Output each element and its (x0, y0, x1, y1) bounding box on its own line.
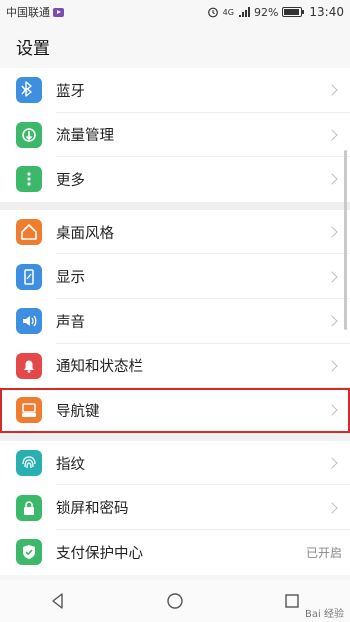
watermark: Bai 经验 (305, 609, 344, 620)
settings-item-label: 流量管理 (56, 128, 114, 145)
chevron-right-icon (326, 129, 338, 141)
page-title: 设置 (0, 24, 350, 68)
home-button[interactable] (155, 581, 195, 621)
chevron-right-icon (326, 271, 338, 283)
recent-square-icon (284, 594, 299, 608)
group-separator (0, 432, 350, 441)
battery-icon (282, 7, 305, 17)
settings-item-home-style[interactable]: 桌面风格 (0, 210, 350, 255)
chevron-right-icon (326, 173, 338, 186)
chevron-right-icon (326, 84, 338, 96)
fingerprint-icon (16, 450, 42, 477)
settings-item-bluetooth[interactable]: 蓝牙 (0, 68, 350, 113)
lock-icon (16, 494, 42, 521)
more-dots-icon (16, 166, 42, 193)
settings-item-label: 锁屏和密码 (56, 501, 129, 518)
settings-item-notifications[interactable]: 通知和状态栏 (0, 344, 350, 389)
screen-cast-icon (53, 7, 64, 17)
settings-item-label: 蓝牙 (56, 83, 85, 100)
chevron-right-icon (326, 226, 338, 238)
battery-percent: 92% (253, 5, 279, 19)
settings-item-display[interactable]: 显示 (0, 254, 350, 299)
carrier-text: 中国联通 (6, 6, 50, 19)
settings-item-label: 桌面风格 (56, 225, 114, 242)
settings-list[interactable]: 蓝牙流量管理更多桌面风格显示声音通知和状态栏 导航键指纹锁屏和密码支付保护中心 已开… (0, 68, 350, 578)
group-separator (0, 201, 350, 210)
settings-item-label: 通知和状态栏 (56, 359, 143, 376)
bell-icon (16, 352, 42, 379)
bluetooth-icon (16, 77, 42, 104)
chevron-right-icon (326, 315, 338, 327)
settings-item-navigation-key[interactable]: 导航键 (0, 388, 350, 433)
shield-check-icon (16, 539, 42, 566)
settings-item-label: 导航键 (56, 403, 100, 420)
settings-group: 桌面风格显示声音通知和状态栏 导航键 (0, 209, 350, 433)
chevron-right-icon (326, 404, 338, 417)
settings-item-label: 更多 (56, 172, 85, 189)
settings-item-lock-screen[interactable]: 锁屏和密码 (0, 485, 350, 530)
chevron-right-icon (326, 457, 338, 469)
back-icon (52, 593, 64, 609)
speaker-icon (16, 308, 42, 335)
settings-item-sound[interactable]: 声音 (0, 299, 350, 344)
back-button[interactable] (38, 581, 78, 621)
settings-item-label: 声音 (56, 314, 85, 331)
clock: 13:40 (309, 5, 344, 19)
chevron-right-icon (326, 360, 338, 372)
alarm-icon (207, 7, 218, 18)
display-icon (16, 263, 42, 290)
settings-item-label: 支付保护中心 (56, 545, 143, 562)
settings-item-label: 显示 (56, 270, 85, 287)
home-circle-icon (167, 593, 183, 609)
chevron-right-icon (326, 501, 338, 514)
network-type: 4G (222, 7, 234, 17)
scrollbar[interactable] (344, 150, 347, 330)
status-bar: 中国联通 4G 92% 13:40 (0, 0, 350, 24)
settings-item-payment-protection[interactable]: 支付保护中心 已开启 (0, 530, 350, 575)
home-icon (16, 219, 42, 246)
settings-item-label: 指纹 (56, 456, 85, 473)
settings-item-data-usage[interactable]: 流量管理 (0, 113, 350, 158)
nav-key-icon (16, 397, 42, 424)
settings-item-fingerprint[interactable]: 指纹 (0, 441, 350, 486)
settings-item-more[interactable]: 更多 (0, 157, 350, 202)
navigation-bar: Bai 经验 (0, 580, 350, 622)
data-usage-icon (16, 121, 42, 148)
settings-group: 指纹锁屏和密码支付保护中心 已开启 (0, 440, 350, 575)
settings-group: 蓝牙 流量管理 更多 (0, 68, 350, 202)
signal-icon (238, 6, 250, 17)
